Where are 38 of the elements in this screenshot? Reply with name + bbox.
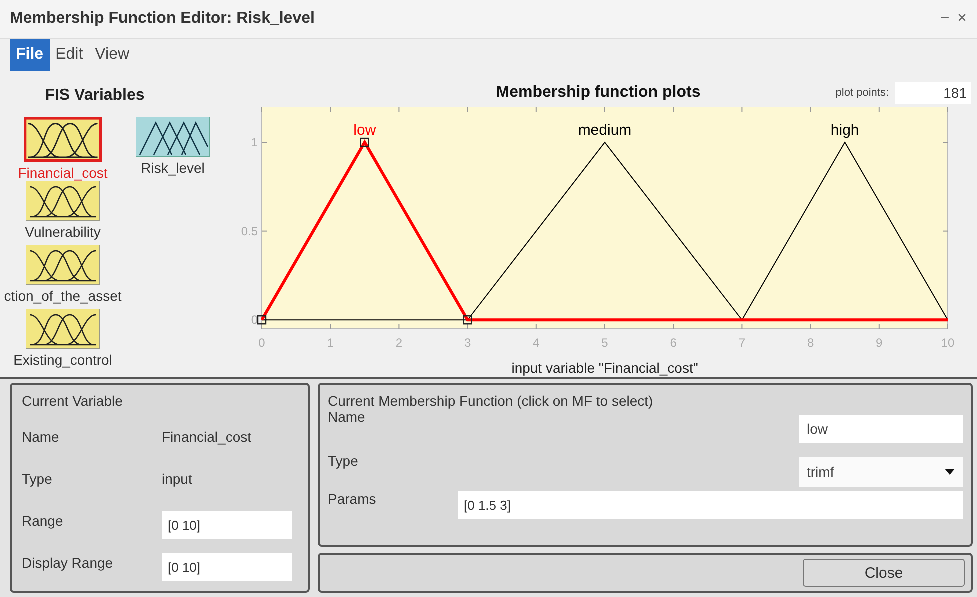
x-tick-label: 2	[396, 336, 403, 350]
x-tick-label: 5	[602, 336, 608, 350]
variable-label: Existing_control	[14, 352, 112, 368]
y-tick-label: 0	[251, 312, 258, 327]
x-tick-label: 7	[738, 336, 746, 350]
field-value: Financial_cost	[162, 429, 252, 445]
x-tick-label: 9	[876, 336, 883, 350]
variable-label: ction_of_the_asset	[4, 288, 122, 304]
panel-title: Current Membership Function (click on MF to select)	[328, 393, 654, 409]
x-tick-label: 10	[941, 336, 955, 350]
window-title: Membership Function Editor: Risk_level	[10, 10, 315, 28]
field-label: Name	[328, 409, 366, 425]
field-label: Params	[328, 491, 378, 507]
field-value: input	[162, 471, 192, 487]
field-label: Display Range	[22, 555, 114, 571]
field-label: Name	[22, 429, 60, 445]
plot-points-label: plot points:	[836, 86, 889, 99]
x-tick-label: 8	[807, 336, 814, 350]
series-label: medium	[578, 122, 632, 139]
variable-label: Vulnerability	[25, 224, 101, 240]
x-tick-label: 0	[258, 336, 266, 350]
field-label: Range	[22, 513, 64, 529]
series-label: low	[354, 122, 376, 139]
x-tick-label: 6	[670, 336, 677, 350]
x-axis-label: input variable "Financial_cost"	[512, 360, 698, 376]
x-tick-label: 4	[533, 336, 540, 350]
chart-title: Membership function plots	[496, 84, 701, 102]
series-label: high	[830, 122, 860, 139]
section-title: FIS Variables	[44, 87, 146, 105]
field-label: Type	[328, 453, 360, 469]
variable-label: Risk_level	[141, 160, 205, 176]
x-tick-label: 1	[327, 336, 334, 350]
x-tick-label: 3	[464, 336, 472, 350]
y-tick-label: 0.5	[241, 224, 258, 238]
field-label: Type	[22, 471, 54, 487]
y-tick-label: 1	[251, 135, 258, 150]
panel-title: Current Variable	[22, 393, 124, 409]
variable-label: Financial_cost	[18, 165, 108, 181]
